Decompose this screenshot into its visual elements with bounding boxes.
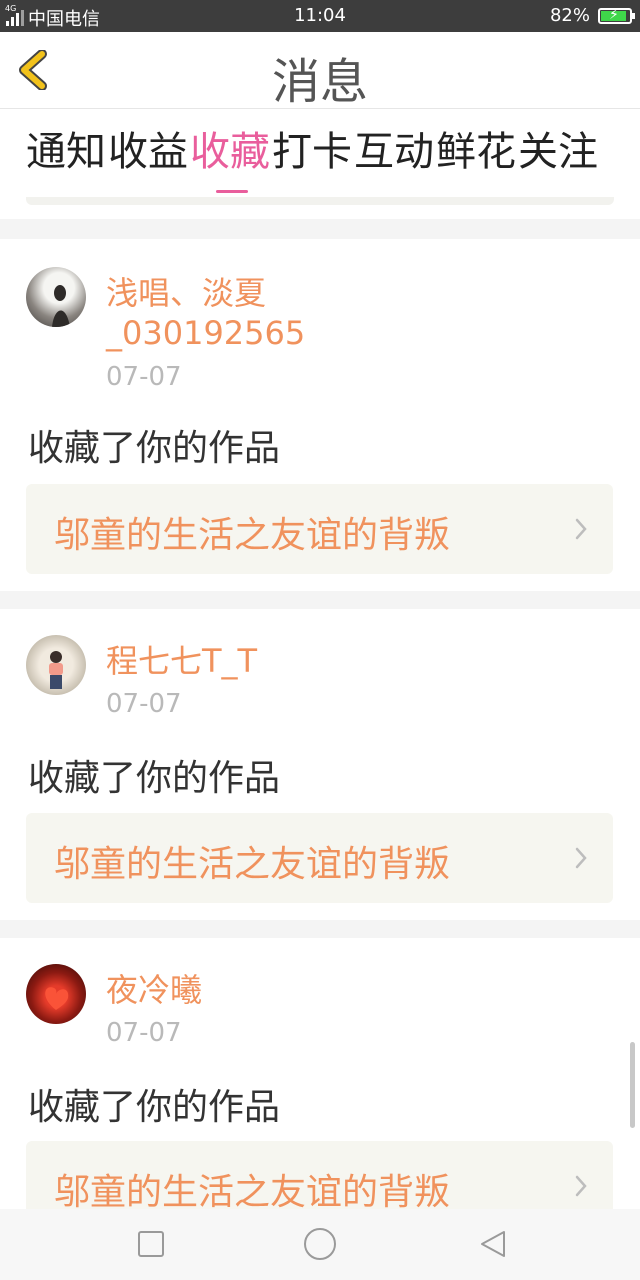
work-link[interactable]: 邬童的生活之友谊的背叛 [26, 813, 613, 903]
message-card: 夜冷曦 07-07 收藏了你的作品 邬童的生活之友谊的背叛 [0, 938, 640, 1209]
header-bar: 消息 [0, 32, 640, 110]
battery-icon: ⚡ [598, 6, 635, 24]
message-action: 收藏了你的作品 [28, 428, 281, 469]
tab-notify[interactable]: 通知 [26, 127, 106, 177]
message-date: 07-07 [106, 1018, 182, 1048]
back-nav-icon[interactable] [478, 1229, 508, 1259]
tab-favorites[interactable]: 收藏 [190, 127, 270, 193]
message-card: 浅唱、淡夏 _030192565 07-07 收藏了你的作品 邬童的生活之友谊的… [0, 239, 640, 591]
charging-icon: ⚡ [609, 6, 619, 23]
home-icon[interactable] [303, 1227, 337, 1261]
avatar-heart-icon [45, 987, 69, 1010]
chevron-right-icon [575, 1175, 587, 1197]
avatar[interactable] [26, 267, 86, 327]
tab-interact[interactable]: 互动 [354, 127, 434, 177]
status-bar: 4G 中国电信 11:04 82% ⚡ [0, 0, 640, 32]
battery-percent: 82% [549, 5, 590, 26]
username-line2: _030192565 [106, 314, 306, 352]
scrollbar[interactable] [630, 1042, 635, 1128]
username-line1: 夜冷曦 [106, 971, 203, 1009]
tab-income[interactable]: 收益 [108, 127, 188, 177]
message-date: 07-07 [106, 689, 182, 719]
message-action: 收藏了你的作品 [28, 1087, 281, 1128]
username[interactable]: 夜冷曦 [106, 970, 346, 1010]
tab-follow[interactable]: 关注 [518, 127, 598, 177]
work-title: 邬童的生活之友谊的背叛 [54, 515, 451, 556]
message-date: 07-07 [106, 362, 182, 392]
tab-bar: 通知 收益 收藏 打卡 互动 鲜花 关注 [0, 109, 640, 219]
status-time: 11:04 [294, 5, 346, 26]
avatar-figure-icon [49, 651, 63, 689]
recent-apps-icon[interactable] [136, 1229, 166, 1259]
username-line1: 程七七T_T [106, 642, 258, 680]
status-right: 82% ⚡ [549, 5, 635, 26]
username-line1: 浅唱、淡夏 [106, 274, 267, 312]
message-action: 收藏了你的作品 [28, 758, 281, 799]
message-card: 程七七T_T 07-07 收藏了你的作品 邬童的生活之友谊的背叛 [0, 609, 640, 920]
chevron-right-icon [575, 518, 587, 540]
username[interactable]: 浅唱、淡夏 _030192565 [106, 273, 346, 353]
previous-card-bottom [26, 197, 614, 205]
avatar[interactable] [26, 964, 86, 1024]
work-link[interactable]: 邬童的生活之友谊的背叛 [26, 484, 613, 574]
system-nav-bar [0, 1209, 640, 1280]
page-title: 消息 [271, 54, 368, 110]
username[interactable]: 程七七T_T [106, 641, 346, 681]
work-title: 邬童的生活之友谊的背叛 [54, 844, 451, 885]
work-link[interactable]: 邬童的生活之友谊的背叛 [26, 1141, 613, 1209]
avatar-figure-icon [52, 285, 70, 327]
avatar[interactable] [26, 635, 86, 695]
tab-checkin[interactable]: 打卡 [272, 127, 352, 177]
chevron-right-icon [575, 847, 587, 869]
tab-flowers[interactable]: 鲜花 [436, 127, 516, 177]
work-title: 邬童的生活之友谊的背叛 [54, 1172, 451, 1209]
